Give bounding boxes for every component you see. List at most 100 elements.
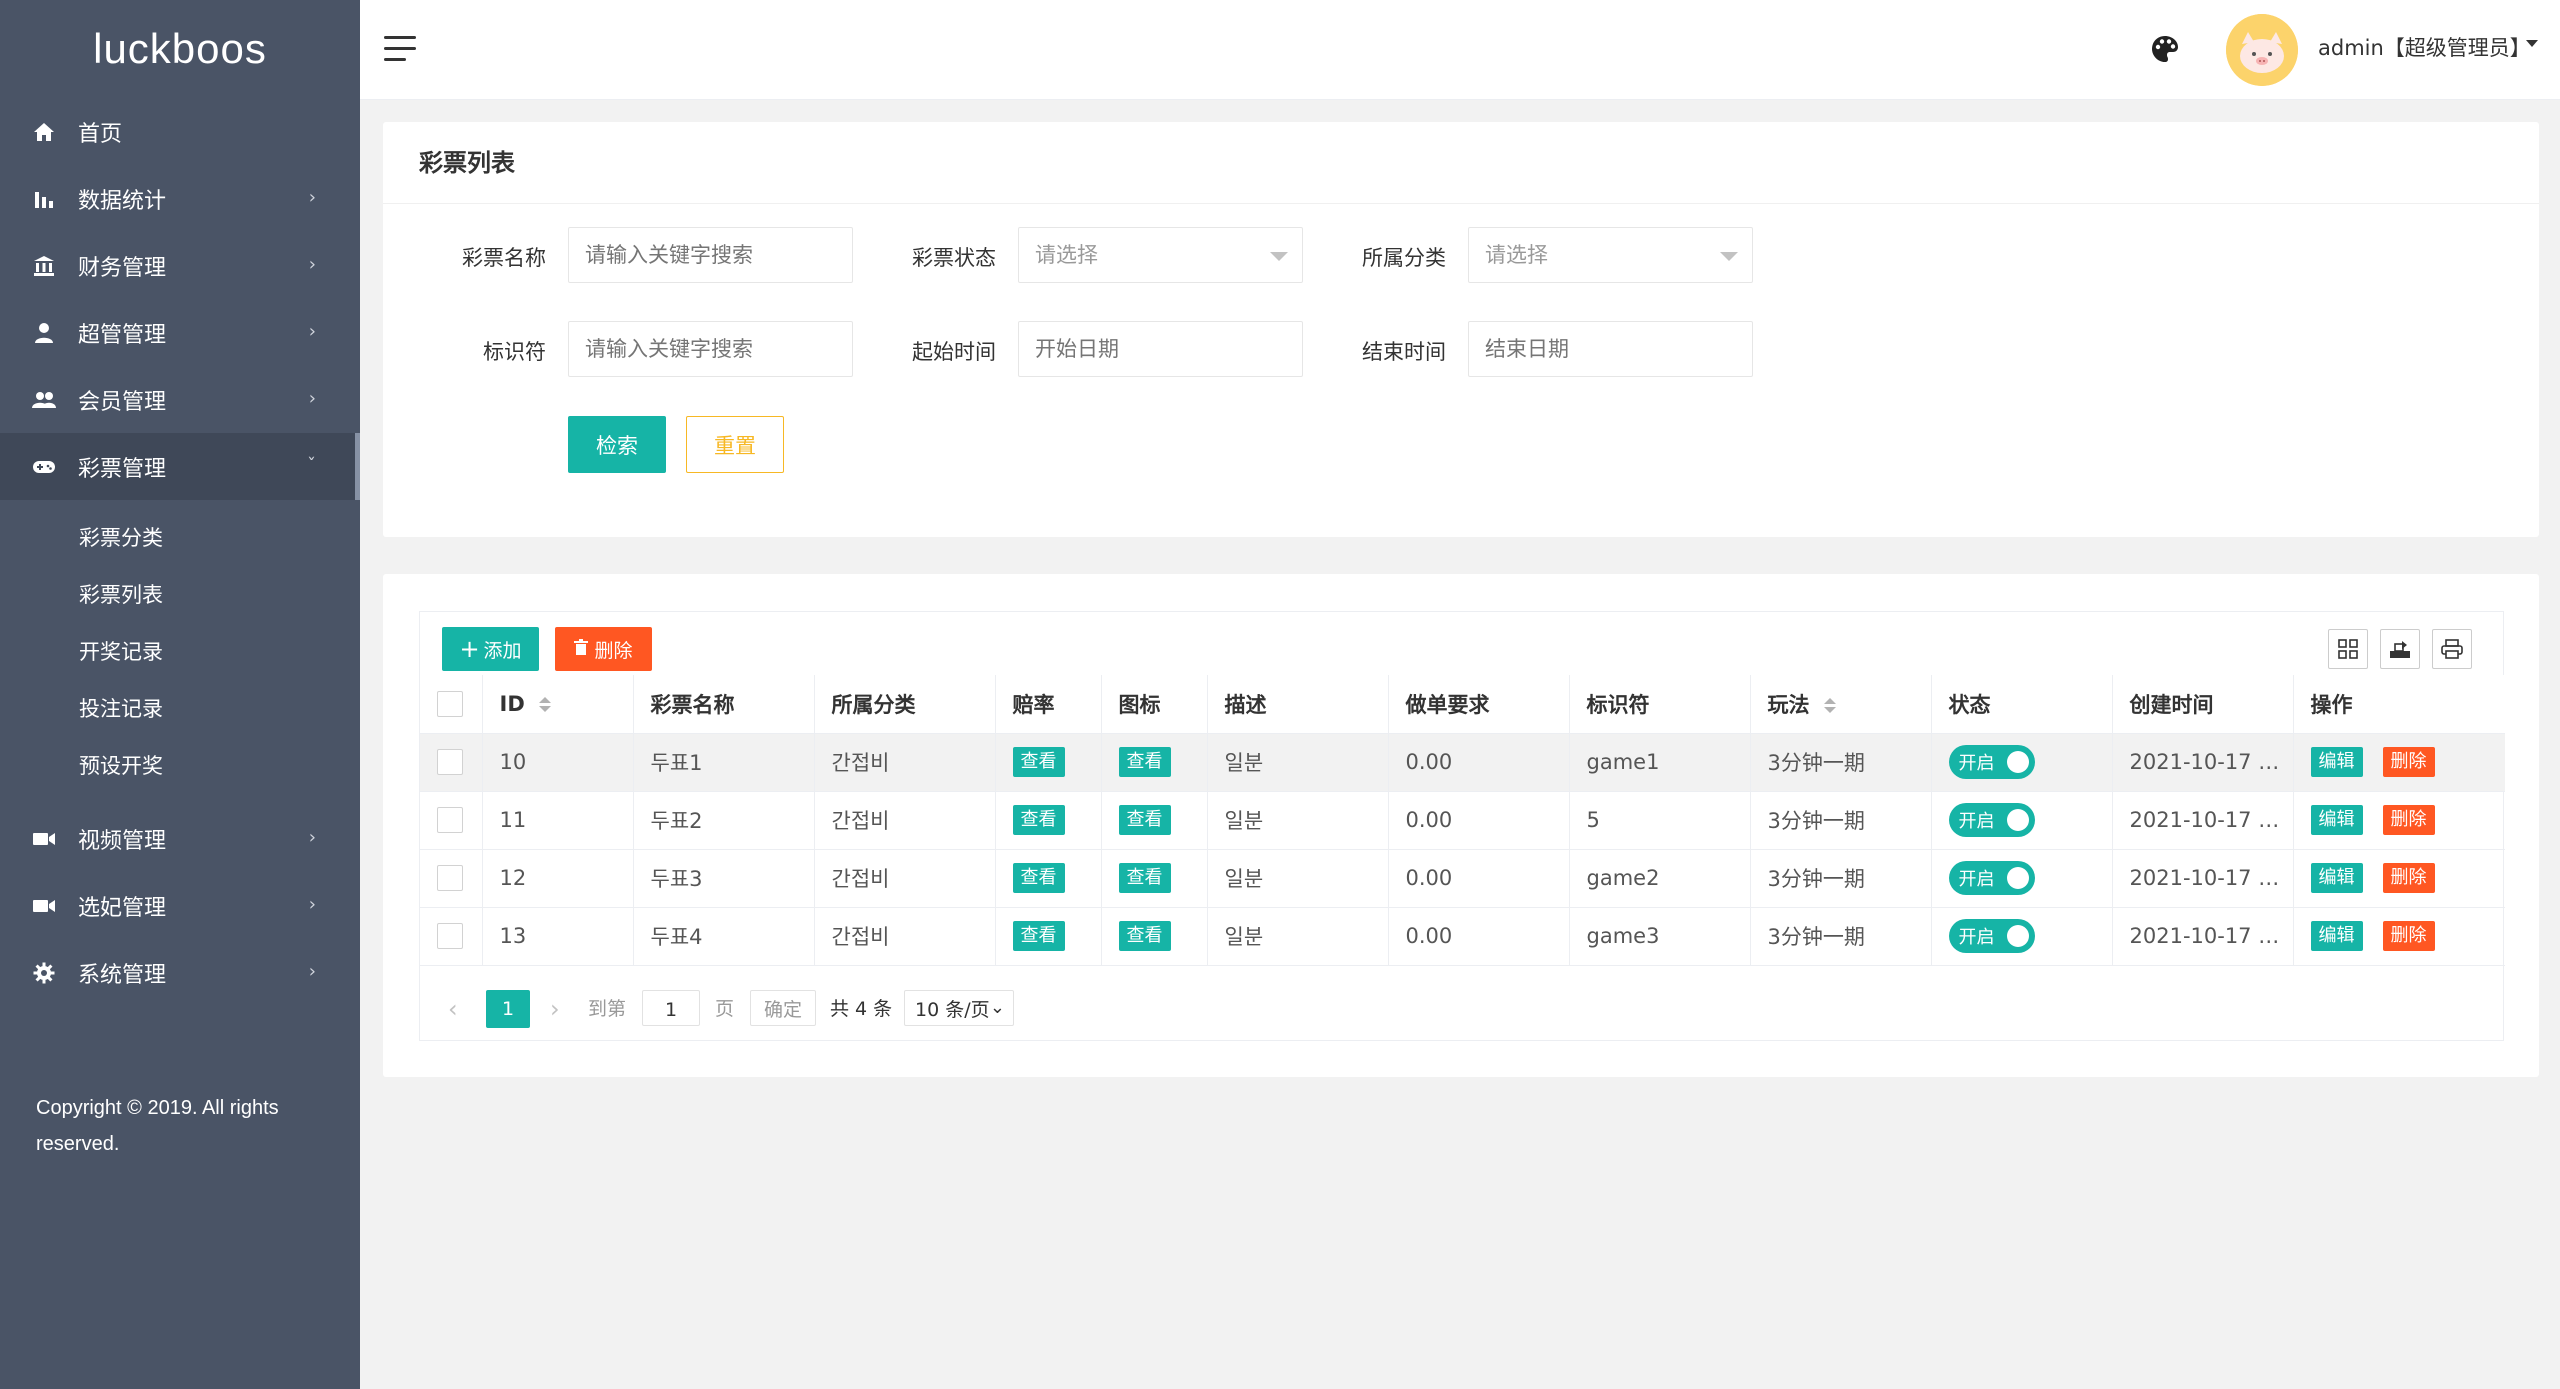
sidebar-item-members[interactable]: 会员管理 › [0, 366, 360, 433]
sidebar-item-selection[interactable]: 选妃管理 › [0, 872, 360, 939]
toggle-knob [2006, 751, 2029, 773]
sidebar-item-lottery[interactable]: 彩票管理 ˇ [0, 433, 360, 500]
columns-filter-icon[interactable] [2328, 629, 2368, 669]
col-name: 彩票名称 [633, 675, 815, 734]
select-all-checkbox[interactable] [437, 690, 463, 717]
page-label: 页 [715, 998, 735, 1020]
col-id[interactable]: ID [482, 675, 634, 734]
sidebar-submenu-wrapper: 彩票分类 彩票列表 开奖记录 投注记录 预设开奖 [0, 500, 360, 805]
category-select[interactable]: 请选择 [1468, 227, 1753, 283]
cell-icon: 查看 [1101, 791, 1208, 850]
sort-icon[interactable] [538, 696, 553, 714]
row-checkbox[interactable] [437, 807, 463, 833]
submenu-item-lottery-list[interactable]: 彩票列表 [0, 567, 360, 624]
sidebar-item-videos[interactable]: 视频管理 › [0, 805, 360, 872]
category-value: 请选择 [1485, 243, 1548, 267]
delete-button[interactable]: 删除 [555, 627, 652, 671]
lottery-table: ID 彩票名称 所属分类 赔率 图标 描述 做单要求 标识符 玩法 状态 创建时… [420, 675, 2505, 966]
status-toggle[interactable]: 开启 [1948, 919, 2035, 953]
cell-icon: 查看 [1101, 849, 1208, 908]
lottery-status-select[interactable]: 请选择 [1018, 227, 1303, 283]
status-toggle[interactable]: 开启 [1948, 861, 2035, 895]
prev-page-icon[interactable]: ‹ [448, 990, 458, 1028]
sidebar-item-system[interactable]: 系统管理 › [0, 939, 360, 1006]
edit-button[interactable]: 编辑 [2310, 747, 2363, 777]
sidebar-item-admins[interactable]: 超管管理 › [0, 299, 360, 366]
cell-requirement: 0.00 [1388, 849, 1570, 908]
status-toggle[interactable]: 开启 [1948, 803, 2035, 837]
cell-icon: 查看 [1101, 733, 1208, 792]
edit-button[interactable]: 编辑 [2310, 921, 2363, 951]
view-odds-button[interactable]: 查看 [1012, 805, 1065, 835]
view-odds-button[interactable]: 查看 [1012, 747, 1065, 777]
palette-icon[interactable] [2150, 34, 2180, 64]
col-play[interactable]: 玩法 [1750, 675, 1932, 734]
goto-confirm-button[interactable]: 确定 [750, 990, 816, 1026]
sidebar-item-stats[interactable]: 数据统计 › [0, 165, 360, 232]
edit-button[interactable]: 编辑 [2310, 863, 2363, 893]
view-icon-button[interactable]: 查看 [1118, 863, 1171, 893]
col-play-label: 玩法 [1767, 692, 1810, 717]
chevron-right-icon: › [308, 187, 316, 208]
cell-id: 10 [482, 733, 634, 792]
search-button[interactable]: 检索 [568, 416, 666, 473]
cell-icon: 查看 [1101, 907, 1208, 966]
col-desc: 描述 [1207, 675, 1389, 734]
sidebar-item-label: 财务管理 [78, 255, 167, 281]
edit-button[interactable]: 编辑 [2310, 805, 2363, 835]
row-delete-button[interactable]: 删除 [2382, 863, 2435, 893]
avatar[interactable] [2226, 14, 2298, 86]
lottery-name-input[interactable] [568, 227, 853, 283]
submenu-item-preset-draw[interactable]: 预设开奖 [0, 738, 360, 795]
user-name[interactable]: admin【超级管理员】 [2318, 32, 2531, 62]
print-icon[interactable] [2432, 629, 2472, 669]
cell-desc: 일분 [1207, 907, 1389, 966]
export-icon[interactable] [2380, 629, 2420, 669]
cell-key: game3 [1569, 907, 1751, 966]
row-delete-button[interactable]: 删除 [2382, 921, 2435, 951]
sidebar-item-home[interactable]: 首页 [0, 98, 360, 165]
row-delete-button[interactable]: 删除 [2382, 805, 2435, 835]
page-current[interactable]: 1 [486, 990, 530, 1028]
table-row[interactable]: 13 두표4 간접비 查看 查看 일분 0.00 game3 3分钟一期 开启 2021-10-17… [420, 907, 2505, 966]
view-icon-button[interactable]: 查看 [1118, 921, 1171, 951]
caret-down-icon[interactable] [2526, 40, 2538, 47]
reset-button[interactable]: 重置 [686, 416, 784, 473]
sort-icon[interactable] [1823, 697, 1838, 715]
table-row[interactable]: 11 두표2 간접비 查看 查看 일분 0.00 5 3分钟一期 开启 2021-10-17 … 编辑… [420, 791, 2505, 850]
pagination: ‹ 1 › 到第 1 页 确定 共 4 条 10 条/页 ⌄ [420, 973, 2505, 1041]
row-checkbox[interactable] [437, 923, 463, 949]
submenu-item-draw-records[interactable]: 开奖记录 [0, 624, 360, 681]
row-delete-button[interactable]: 删除 [2382, 747, 2435, 777]
view-odds-button[interactable]: 查看 [1012, 921, 1065, 951]
submenu-item-lottery-category[interactable]: 彩票分类 [0, 510, 360, 567]
caret-down-icon [1270, 252, 1288, 261]
cell-id: 11 [482, 791, 634, 850]
submenu-item-bet-records[interactable]: 投注记录 [0, 681, 360, 738]
view-icon-button[interactable]: 查看 [1118, 805, 1171, 835]
end-date-input[interactable] [1468, 321, 1753, 377]
next-page-icon[interactable]: › [550, 990, 560, 1028]
cell-status: 开启 [1931, 733, 2113, 792]
table-row[interactable]: 10 두표1 간접비 查看 查看 일분 0.00 game1 3分钟一期 开启 2021-10-17… [420, 733, 2505, 792]
goto-page-input[interactable]: 1 [642, 990, 700, 1026]
add-button[interactable]: + 添加 [442, 627, 539, 671]
view-odds-button[interactable]: 查看 [1012, 863, 1065, 893]
cell-odds: 查看 [995, 907, 1102, 966]
table-row[interactable]: 12 두표3 간접비 查看 查看 일분 0.00 game2 3分钟一期 开启 2021-10-17… [420, 849, 2505, 908]
view-icon-button[interactable]: 查看 [1118, 747, 1171, 777]
cell-odds: 查看 [995, 791, 1102, 850]
brand-logo: luckboos [93, 25, 267, 72]
status-toggle[interactable]: 开启 [1948, 745, 2035, 779]
row-checkbox[interactable] [437, 865, 463, 891]
chevron-right-icon: › [308, 321, 316, 342]
sidebar-item-finance[interactable]: 财务管理 › [0, 232, 360, 299]
page-size-select[interactable]: 10 条/页 ⌄ [904, 990, 1014, 1026]
menu-toggle-icon[interactable] [384, 36, 416, 62]
cell-play: 3分钟一期 [1750, 907, 1932, 966]
status-toggle-label: 开启 [1958, 811, 1995, 832]
start-date-input[interactable] [1018, 321, 1303, 377]
identifier-input[interactable] [568, 321, 853, 377]
cell-created: 2021-10-17 … [2112, 791, 2294, 850]
row-checkbox[interactable] [437, 749, 463, 775]
